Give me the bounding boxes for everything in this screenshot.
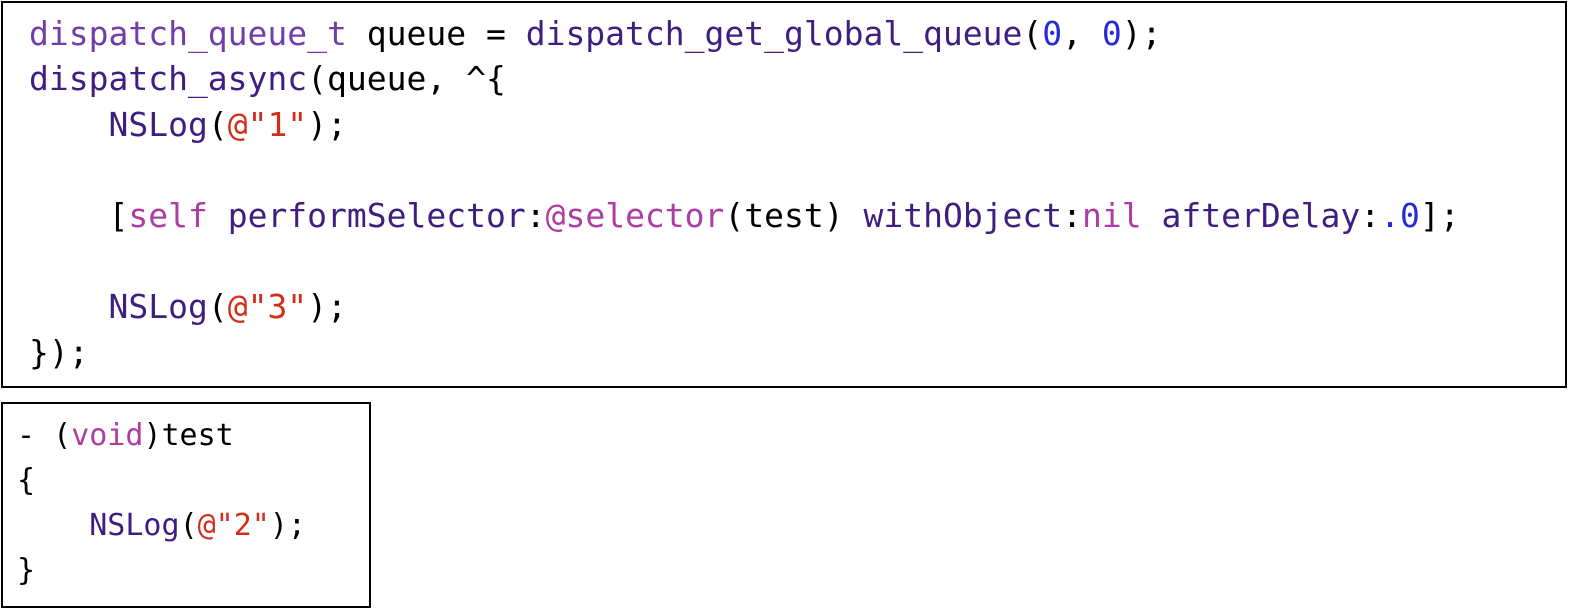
code-token: (: [1022, 14, 1043, 53]
code-token: (test): [724, 196, 864, 235]
code-token: ];: [1419, 196, 1460, 235]
code-line: dispatch_async(queue, ^{: [3, 62, 506, 95]
code-line: - (void)test: [3, 421, 234, 451]
code-token: ,: [1062, 14, 1102, 53]
code-token: :: [525, 196, 546, 235]
number-token: 0: [1101, 14, 1122, 53]
code-token: (: [207, 105, 228, 144]
code-token: (queue, ^{: [307, 59, 506, 98]
code-token: (: [179, 508, 198, 543]
code-token: {: [17, 463, 36, 498]
keyword-token: nil: [1082, 196, 1142, 235]
code-line: }: [3, 556, 35, 586]
test-method-snippet: - (void)test { NSLog(@"2"); }: [1, 402, 371, 608]
function-token: dispatch_get_global_queue: [525, 14, 1023, 53]
code-token: }: [17, 553, 36, 588]
code-token: );: [269, 508, 306, 543]
keyword-token: self: [128, 196, 208, 235]
code-token: - (: [17, 418, 72, 453]
code-line: dispatch_queue_t queue = dispatch_get_gl…: [3, 17, 1162, 50]
main-code-snippet: dispatch_queue_t queue = dispatch_get_gl…: [1, 1, 1567, 388]
function-token: performSelector: [227, 196, 526, 235]
code-token: );: [1121, 14, 1162, 53]
function-token: dispatch_async: [29, 59, 308, 98]
string-token: @"1": [227, 105, 308, 144]
code-token: [: [29, 196, 129, 235]
code-token: (: [207, 287, 228, 326]
code-token: );: [307, 105, 347, 144]
code-token: )test: [143, 418, 234, 453]
code-token: );: [307, 287, 347, 326]
code-line: });: [3, 336, 89, 369]
code-line: NSLog(@"2");: [3, 511, 306, 541]
string-token: @"3": [227, 287, 308, 326]
code-token: :: [1062, 196, 1083, 235]
function-token: withObject: [863, 196, 1063, 235]
code-line: NSLog(@"1");: [3, 105, 347, 144]
code-line: [self performSelector:@selector(test) wi…: [3, 196, 1460, 235]
function-token: NSLog: [108, 105, 208, 144]
string-token: @"2": [197, 508, 270, 543]
function-token: NSLog: [89, 508, 180, 543]
code-token: :: [1360, 196, 1381, 235]
number-token: .0: [1380, 196, 1420, 235]
code-token: });: [29, 333, 89, 372]
number-token: 0: [1042, 14, 1063, 53]
type-token: dispatch_queue_t: [29, 14, 347, 53]
code-token: queue =: [346, 14, 526, 53]
keyword-token: void: [71, 418, 144, 453]
code-line: {: [3, 466, 35, 496]
keyword-token: @selector: [545, 196, 725, 235]
code-line: NSLog(@"3");: [3, 287, 347, 326]
function-token: NSLog: [108, 287, 208, 326]
function-token: afterDelay: [1161, 196, 1361, 235]
